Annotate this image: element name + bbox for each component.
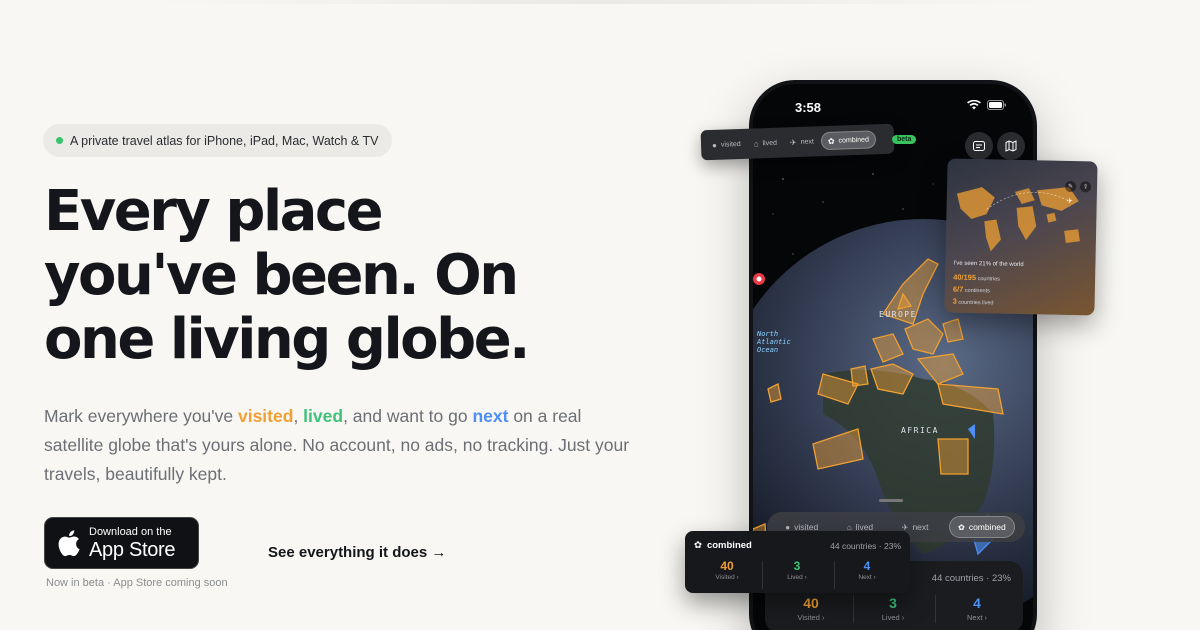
map-icon bbox=[1005, 140, 1017, 152]
combined-next-number: 4 bbox=[863, 559, 871, 573]
stat-visited-label: Visited › bbox=[797, 613, 825, 622]
combined-card-count: 44 countries · 23% bbox=[830, 541, 901, 551]
combined-stat-visited[interactable]: 40 Visited › bbox=[691, 559, 763, 581]
app-store-big-label: App Store bbox=[89, 538, 176, 561]
float-mode-combined-label: combined bbox=[838, 136, 870, 145]
stat-next-label: Next › bbox=[966, 613, 987, 622]
headline-line-3: one living globe. bbox=[44, 307, 530, 372]
map-card-lived-label: countries lived bbox=[958, 299, 994, 307]
stat-lived[interactable]: 3 Lived › bbox=[853, 595, 933, 622]
map-card-countries-label: countries bbox=[977, 276, 1000, 283]
combined-visited-label: Visited › bbox=[715, 574, 739, 581]
subtitle-lived: lived bbox=[303, 406, 344, 426]
stat-lived-label: Lived › bbox=[881, 613, 905, 622]
float-mode-lived[interactable]: ⌂ lived bbox=[747, 134, 783, 153]
subtitle-visited: visited bbox=[237, 406, 294, 426]
status-time: 3:58 bbox=[795, 100, 822, 115]
subtitle-part-2: , and want to go bbox=[343, 406, 473, 426]
subtitle-separator: , bbox=[293, 406, 304, 426]
float-mode-lived-label: lived bbox=[762, 139, 778, 147]
tagline-text: A private travel atlas for iPhone, iPad,… bbox=[70, 133, 379, 148]
stat-visited[interactable]: 40 Visited › bbox=[771, 595, 851, 622]
list-icon bbox=[973, 141, 985, 151]
top-divider bbox=[150, 0, 1050, 4]
map-card-continents: 6/7 continents bbox=[953, 285, 990, 295]
map-button[interactable] bbox=[997, 132, 1025, 160]
stat-visited-number: 40 bbox=[803, 595, 819, 611]
mode-combined-label: combined bbox=[968, 522, 1006, 532]
countries-count: 44 countries · 23% bbox=[931, 573, 1011, 584]
map-card-lived: 3 countries lived bbox=[953, 297, 994, 307]
status-dot bbox=[56, 137, 63, 144]
headline-line-2: you've been. On bbox=[44, 243, 519, 308]
float-mode-visited-label: visited bbox=[720, 140, 741, 149]
world-map-illustration: ✈ bbox=[956, 186, 1080, 252]
drag-handle[interactable] bbox=[879, 499, 903, 502]
float-mode-visited[interactable]: ● visited bbox=[706, 135, 747, 154]
combined-card-title-text: combined bbox=[706, 540, 752, 551]
mode-next-label: next bbox=[912, 522, 929, 532]
wifi-icon bbox=[967, 100, 981, 110]
status-icons bbox=[967, 100, 1007, 110]
battery-icon bbox=[987, 100, 1006, 110]
subtitle-next: next bbox=[472, 406, 509, 426]
map-card-lived-number: 3 bbox=[952, 296, 957, 306]
flower-icon: ✿ bbox=[694, 540, 702, 551]
float-mode-combined[interactable]: ✿ combined bbox=[820, 130, 877, 151]
combined-card-title: ✿ combined bbox=[694, 540, 752, 551]
map-card-countries: 40/195 countries bbox=[953, 273, 1000, 283]
stat-divider bbox=[935, 595, 936, 623]
apple-icon bbox=[58, 530, 80, 557]
svg-text:✈: ✈ bbox=[1067, 197, 1073, 205]
float-mode-next-label: next bbox=[800, 137, 814, 146]
hero-subtitle: Mark everywhere you've visited, lived, a… bbox=[44, 402, 634, 489]
app-store-button[interactable]: Download on the App Store bbox=[44, 517, 199, 569]
app-store-small-label: Download on the bbox=[89, 525, 172, 538]
see-features-link[interactable]: See everything it does → bbox=[268, 544, 446, 561]
flower-icon: ✿ bbox=[958, 522, 965, 532]
combined-lived-label: Lived › bbox=[787, 574, 807, 581]
tagline-pill: A private travel atlas for iPhone, iPad,… bbox=[43, 124, 393, 157]
beta-badge: beta bbox=[892, 135, 917, 144]
label-europe: EUROPE bbox=[879, 310, 917, 319]
check-circle-icon: ● bbox=[711, 140, 718, 150]
plane-icon: ✈ bbox=[789, 137, 797, 147]
beta-note: Now in beta · App Store coming soon bbox=[46, 577, 228, 589]
label-africa: AFRICA bbox=[901, 426, 939, 435]
float-mode-next[interactable]: ✈ next bbox=[784, 132, 821, 151]
mode-combined[interactable]: ✿ combined bbox=[949, 516, 1015, 538]
flower-icon: ✿ bbox=[827, 136, 835, 146]
page-title: Every place you've been. On one living g… bbox=[44, 180, 604, 372]
map-card-countries-number: 40/195 bbox=[953, 272, 977, 283]
stat-next-number: 4 bbox=[973, 595, 981, 611]
headline-line-1: Every place bbox=[44, 179, 384, 244]
label-ocean: North Atlantic Ocean bbox=[757, 330, 791, 354]
home-icon: ⌂ bbox=[753, 138, 759, 149]
subtitle-part-1: Mark everywhere you've bbox=[44, 406, 238, 426]
world-map-card: ✈ ✎ ⇪ I've seen 21% of the world 40/195 … bbox=[944, 158, 1098, 316]
combined-visited-number: 40 bbox=[720, 559, 734, 573]
ocean-line-2: Atlantic bbox=[757, 338, 791, 346]
ocean-line-1: North bbox=[757, 330, 779, 338]
list-button[interactable] bbox=[965, 132, 993, 160]
stat-lived-number: 3 bbox=[889, 595, 897, 611]
stat-next[interactable]: 4 Next › bbox=[937, 595, 1017, 622]
combined-stat-lived[interactable]: 3 Lived › bbox=[761, 559, 833, 581]
combined-lived-number: 3 bbox=[793, 559, 801, 573]
combined-stats-card: ✿ combined 44 countries · 23% 40 Visited… bbox=[685, 531, 910, 593]
map-card-title: I've seen 21% of the world bbox=[953, 260, 1024, 269]
ocean-line-3: Ocean bbox=[757, 346, 779, 354]
map-card-continents-label: continents bbox=[964, 287, 990, 295]
map-card-continents-number: 6/7 bbox=[952, 284, 964, 294]
combined-next-label: Next › bbox=[858, 574, 876, 581]
combined-stat-next[interactable]: 4 Next › bbox=[831, 559, 903, 581]
